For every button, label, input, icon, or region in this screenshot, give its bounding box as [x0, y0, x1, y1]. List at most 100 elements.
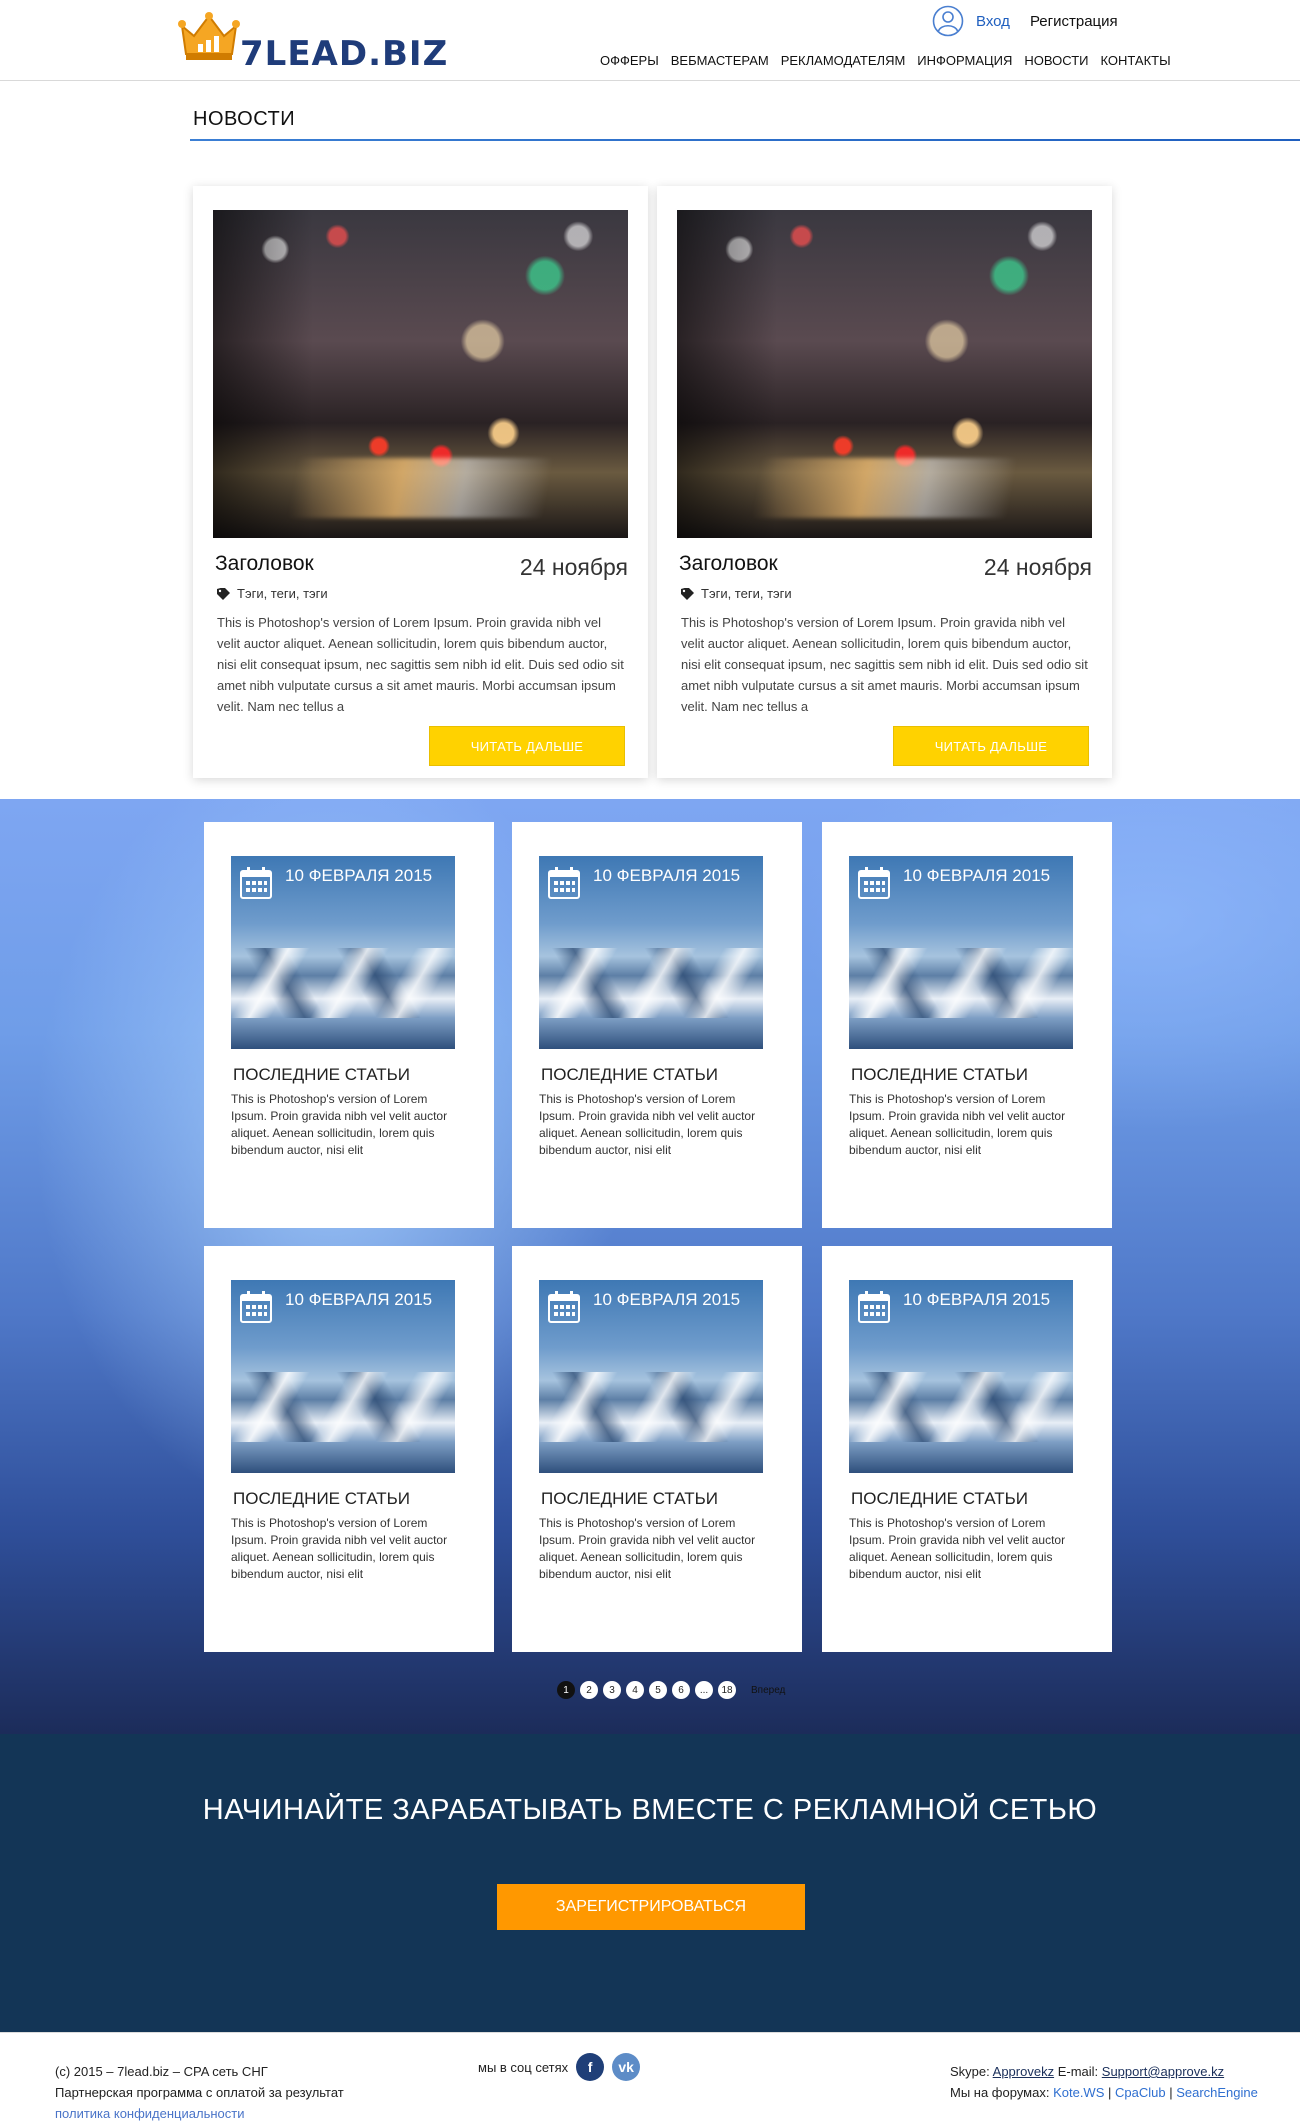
news-excerpt: This is Photoshop's version of Lorem Ips… — [681, 615, 1088, 714]
news-card: Заголовок 24 ноября Тэги, теги, тэги Thi… — [657, 186, 1112, 778]
page-button-1[interactable]: 1 — [557, 1681, 575, 1699]
news-photo[interactable] — [677, 210, 1092, 538]
facebook-icon[interactable]: f — [576, 2053, 605, 2081]
social-label: мы в соц сетях — [478, 2059, 569, 2075]
article-title[interactable]: ПОСЛЕДНИЕ СТАТЬИ — [233, 1065, 410, 1085]
article-title[interactable]: ПОСЛЕДНИЕ СТАТЬИ — [233, 1489, 410, 1509]
article-date: 10 ФЕВРАЛЯ 2015 — [903, 1290, 1051, 1309]
privacy-policy-link[interactable]: политика конфиденциальности — [55, 2103, 344, 2124]
nav-item-advertisers[interactable]: РЕКЛАМОДАТЕЛЯМ — [781, 53, 906, 68]
article-card[interactable]: 10 ФЕВРАЛЯ 2015 ПОСЛЕДНИЕ СТАТЬИ This is… — [512, 822, 802, 1228]
articles-section: 10 ФЕВРАЛЯ 2015 ПОСЛЕДНИЕ СТАТЬИ This is… — [0, 799, 1300, 1734]
calendar-icon — [548, 1291, 580, 1323]
news-photo[interactable] — [213, 210, 628, 538]
article-title[interactable]: ПОСЛЕДНИЕ СТАТЬИ — [541, 1489, 718, 1509]
page-button-6[interactable]: 6 — [672, 1681, 690, 1699]
forums-label: Мы на форумах: — [950, 2085, 1050, 2100]
article-date: 10 ФЕВРАЛЯ 2015 — [593, 1290, 741, 1309]
article-card[interactable]: 10 ФЕВРАЛЯ 2015 ПОСЛЕДНИЕ СТАТЬИ This is… — [204, 822, 494, 1228]
article-text: This is Photoshop's version of Lorem Ips… — [539, 1516, 756, 1581]
nav-item-news[interactable]: НОВОСТИ — [1024, 53, 1088, 68]
article-thumbnail: 10 ФЕВРАЛЯ 2015 — [231, 1280, 455, 1473]
site-logo[interactable]: 7LEAD.BIZ — [178, 12, 447, 74]
nav-item-information[interactable]: ИНФОРМАЦИЯ — [917, 53, 1012, 68]
register-link[interactable]: Регистрация — [1030, 13, 1118, 30]
news-heading[interactable]: Заголовок — [215, 552, 314, 576]
calendar-icon — [858, 1291, 890, 1323]
article-date: 10 ФЕВРАЛЯ 2015 — [285, 866, 433, 885]
calendar-icon — [240, 867, 272, 899]
tag-icon — [681, 587, 694, 600]
article-date: 10 ФЕВРАЛЯ 2015 — [285, 1290, 433, 1309]
calendar-icon — [240, 1291, 272, 1323]
next-page-link[interactable]: Вперед — [751, 1685, 785, 1696]
article-text: This is Photoshop's version of Lorem Ips… — [849, 1516, 1066, 1581]
pagination: 1 2 3 4 5 6 ... 18 Вперед — [557, 1681, 785, 1699]
article-text: This is Photoshop's version of Lorem Ips… — [539, 1092, 756, 1157]
page-button-5[interactable]: 5 — [649, 1681, 667, 1699]
login-link[interactable]: Вход — [976, 13, 1010, 30]
site-footer: (с) 2015 – 7lead.biz – CPA сеть СНГ Парт… — [0, 2032, 1300, 2125]
nav-item-webmasters[interactable]: ВЕБМАСТЕРАМ — [671, 53, 769, 68]
news-excerpt: This is Photoshop's version of Lorem Ips… — [217, 615, 624, 714]
news-date: 24 ноября — [519, 554, 628, 580]
page-button-2[interactable]: 2 — [580, 1681, 598, 1699]
page-button-18[interactable]: 18 — [718, 1681, 736, 1699]
article-text: This is Photoshop's version of Lorem Ips… — [849, 1092, 1066, 1157]
news-date: 24 ноября — [983, 554, 1092, 580]
article-card[interactable]: 10 ФЕВРАЛЯ 2015 ПОСЛЕДНИЕ СТАТЬИ This is… — [204, 1246, 494, 1652]
article-date: 10 ФЕВРАЛЯ 2015 — [903, 866, 1051, 885]
forum-link-cpaclub[interactable]: CpaClub — [1115, 2085, 1166, 2100]
cta-register-button[interactable]: ЗАРЕГИСТРИРОВАТЬСЯ — [497, 1884, 805, 1930]
email-link[interactable]: Support@approve.kz — [1102, 2064, 1224, 2079]
footer-tagline: Партнерская программа с оплатой за резул… — [55, 2085, 344, 2100]
page-ellipsis: ... — [695, 1681, 713, 1699]
news-tags: Тэги, теги, тэги — [681, 586, 792, 601]
skype-link[interactable]: Approvekz — [993, 2064, 1054, 2079]
calendar-icon — [548, 867, 580, 899]
cta-section: НАЧИНАЙТЕ ЗАРАБАТЫВАТЬ ВМЕСТЕ С РЕКЛАМНО… — [0, 1734, 1300, 2032]
nav-item-offers[interactable]: ОФФЕРЫ — [600, 53, 659, 68]
article-title[interactable]: ПОСЛЕДНИЕ СТАТЬИ — [851, 1489, 1028, 1509]
tag-icon — [217, 587, 230, 600]
article-card[interactable]: 10 ФЕВРАЛЯ 2015 ПОСЛЕДНИЕ СТАТЬИ This is… — [822, 822, 1112, 1228]
crown-logo-icon — [178, 12, 240, 60]
read-more-button[interactable]: ЧИТАТЬ ДАЛЬШЕ — [429, 726, 625, 766]
nav-item-contacts[interactable]: КОНТАКТЫ — [1101, 53, 1171, 68]
user-area: Вход Регистрация — [932, 5, 1118, 37]
article-thumbnail: 10 ФЕВРАЛЯ 2015 — [539, 856, 763, 1049]
article-thumbnail: 10 ФЕВРАЛЯ 2015 — [231, 856, 455, 1049]
email-label: E-mail: — [1057, 2064, 1099, 2079]
section-divider — [190, 139, 1300, 141]
article-title[interactable]: ПОСЛЕДНИЕ СТАТЬИ — [541, 1065, 718, 1085]
copyright-text: (с) 2015 – 7lead.biz – CPA сеть СНГ — [55, 2064, 268, 2079]
article-thumbnail: 10 ФЕВРАЛЯ 2015 — [849, 1280, 1073, 1473]
article-card[interactable]: 10 ФЕВРАЛЯ 2015 ПОСЛЕДНИЕ СТАТЬИ This is… — [512, 1246, 802, 1652]
news-tags-text[interactable]: Тэги, теги, тэги — [701, 586, 792, 601]
footer-copyright: (с) 2015 – 7lead.biz – CPA сеть СНГ Парт… — [55, 2061, 344, 2124]
forum-link-kotews[interactable]: Kote.WS — [1053, 2085, 1104, 2100]
news-heading[interactable]: Заголовок — [679, 552, 778, 576]
forum-link-searchengine[interactable]: SearchEngine — [1176, 2085, 1258, 2100]
news-card: Заголовок 24 ноября Тэги, теги, тэги Thi… — [193, 186, 648, 778]
page-button-3[interactable]: 3 — [603, 1681, 621, 1699]
article-title[interactable]: ПОСЛЕДНИЕ СТАТЬИ — [851, 1065, 1028, 1085]
article-thumbnail: 10 ФЕВРАЛЯ 2015 — [539, 1280, 763, 1473]
article-card[interactable]: 10 ФЕВРАЛЯ 2015 ПОСЛЕДНИЕ СТАТЬИ This is… — [822, 1246, 1112, 1652]
article-text: This is Photoshop's version of Lorem Ips… — [231, 1092, 448, 1157]
site-header: 7LEAD.BIZ Вход Регистрация ОФФЕРЫ ВЕБМАС… — [0, 0, 1300, 81]
page-button-4[interactable]: 4 — [626, 1681, 644, 1699]
article-text: This is Photoshop's version of Lorem Ips… — [231, 1516, 448, 1581]
user-icon[interactable] — [932, 5, 964, 37]
read-more-button[interactable]: ЧИТАТЬ ДАЛЬШЕ — [893, 726, 1089, 766]
cta-title: НАЧИНАЙТЕ ЗАРАБАТЫВАТЬ ВМЕСТЕ С РЕКЛАМНО… — [202, 1794, 1098, 1826]
vk-icon[interactable]: vk — [612, 2053, 641, 2081]
logo-text: 7LEAD.BIZ — [240, 34, 449, 74]
footer-social: мы в соц сетях f vk — [478, 2053, 641, 2081]
article-date: 10 ФЕВРАЛЯ 2015 — [593, 866, 741, 885]
news-tags: Тэги, теги, тэги — [217, 586, 328, 601]
news-tags-text[interactable]: Тэги, теги, тэги — [237, 586, 328, 601]
news-section-title: НОВОСТИ — [193, 108, 296, 130]
footer-contacts: Skype: Approvekz E-mail: Support@approve… — [950, 2064, 1258, 2100]
calendar-icon — [858, 867, 890, 899]
